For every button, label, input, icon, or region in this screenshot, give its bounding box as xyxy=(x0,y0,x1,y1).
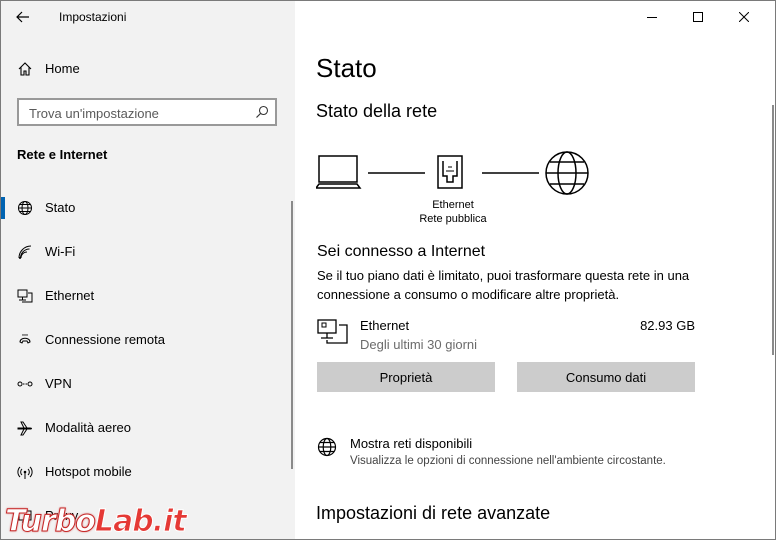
data-usage-row: Ethernet Degli ultimi 30 giorni 82.93 GB xyxy=(317,316,697,356)
home-icon xyxy=(18,62,32,76)
sidebar-item-label: Ethernet xyxy=(45,288,95,303)
wifi-icon xyxy=(18,245,32,259)
sidebar-item-home[interactable]: Home xyxy=(1,53,295,85)
minimize-button[interactable] xyxy=(629,1,675,33)
back-button[interactable] xyxy=(11,5,35,29)
network-type: Rete pubblica xyxy=(419,213,487,225)
home-label: Home xyxy=(45,61,80,76)
laptop-icon xyxy=(316,155,362,189)
window-controls xyxy=(625,1,775,33)
show-available-networks-link[interactable]: Mostra reti disponibili Visualizza le op… xyxy=(317,435,737,475)
page-title: Stato xyxy=(316,53,377,83)
maximize-button[interactable] xyxy=(675,1,721,33)
sidebar-item-ethernet[interactable]: Ethernet xyxy=(1,278,291,314)
sidebar-item-label: Connessione remota xyxy=(45,332,165,347)
usage-amount: 82.93 GB xyxy=(640,318,695,333)
connected-title: Sei connesso a Internet xyxy=(317,243,486,260)
sidebar-item-stato[interactable]: Stato xyxy=(1,190,291,226)
main-content: Stato Stato della rete Ethernet Rete pub xyxy=(295,1,775,539)
properties-button[interactable]: Proprietà xyxy=(317,362,495,392)
usage-adapter-name: Ethernet xyxy=(360,318,410,333)
close-button[interactable] xyxy=(721,1,767,33)
sidebar-item-label: Wi-Fi xyxy=(45,244,76,259)
sidebar-item-connessione-remota[interactable]: Connessione remota xyxy=(1,322,291,358)
airplane-icon xyxy=(17,421,32,436)
sidebar: Impostazioni Home Rete e Internet Stato xyxy=(1,1,295,539)
window-title: Impostazioni xyxy=(59,10,127,24)
turbolab-watermark: TurboLab.it xyxy=(5,504,188,540)
search-icon xyxy=(256,105,269,118)
titlebar-left: Impostazioni xyxy=(1,1,295,33)
data-usage-button[interactable]: Consumo dati xyxy=(517,362,695,392)
available-networks-title: Mostra reti disponibili xyxy=(350,436,473,451)
sidebar-scrollbar[interactable] xyxy=(291,201,293,469)
ethernet-icon xyxy=(17,289,33,303)
search-input[interactable] xyxy=(27,104,253,122)
sidebar-item-label: Stato xyxy=(45,200,76,215)
adapter-name: Ethernet xyxy=(432,199,474,211)
sidebar-item-label: Hotspot mobile xyxy=(45,464,132,479)
section-title: Rete e Internet xyxy=(17,147,108,162)
maximize-icon xyxy=(693,12,703,22)
selected-indicator xyxy=(1,197,5,219)
available-networks-desc: Visualizza le opzioni di connessione nel… xyxy=(350,455,666,467)
hotspot-icon xyxy=(17,466,33,479)
adapter-caption: Ethernet Rete pubblica xyxy=(403,198,503,226)
sidebar-item-hotspot-mobile[interactable]: Hotspot mobile xyxy=(1,454,291,490)
minimize-icon xyxy=(647,17,657,18)
vpn-icon xyxy=(17,381,33,387)
globe-status-icon xyxy=(18,201,32,215)
close-icon xyxy=(739,12,749,22)
advanced-settings-title: Impostazioni di rete avanzate xyxy=(316,503,551,523)
sidebar-item-wifi[interactable]: Wi-Fi xyxy=(1,234,291,270)
sidebar-item-vpn[interactable]: VPN xyxy=(1,366,291,402)
connected-description: Se il tuo piano dati è limitato, puoi tr… xyxy=(317,268,690,302)
network-status-title: Stato della rete xyxy=(316,101,438,121)
content-scrollbar[interactable] xyxy=(772,105,774,355)
dialup-icon xyxy=(19,334,31,344)
internet-globe-icon xyxy=(545,151,589,195)
sidebar-item-modalita-aereo[interactable]: Modalità aereo xyxy=(1,410,291,446)
search-box[interactable] xyxy=(17,98,277,126)
sidebar-item-label: Modalità aereo xyxy=(45,420,131,435)
back-arrow-icon xyxy=(16,11,29,23)
globe-network-icon xyxy=(317,437,337,457)
ethernet-icon xyxy=(317,319,348,344)
sidebar-item-label: VPN xyxy=(45,376,72,391)
usage-period: Degli ultimi 30 giorni xyxy=(360,337,478,352)
ethernet-port-icon xyxy=(437,155,463,189)
settings-window: Impostazioni Home Rete e Internet Stato xyxy=(0,0,776,540)
